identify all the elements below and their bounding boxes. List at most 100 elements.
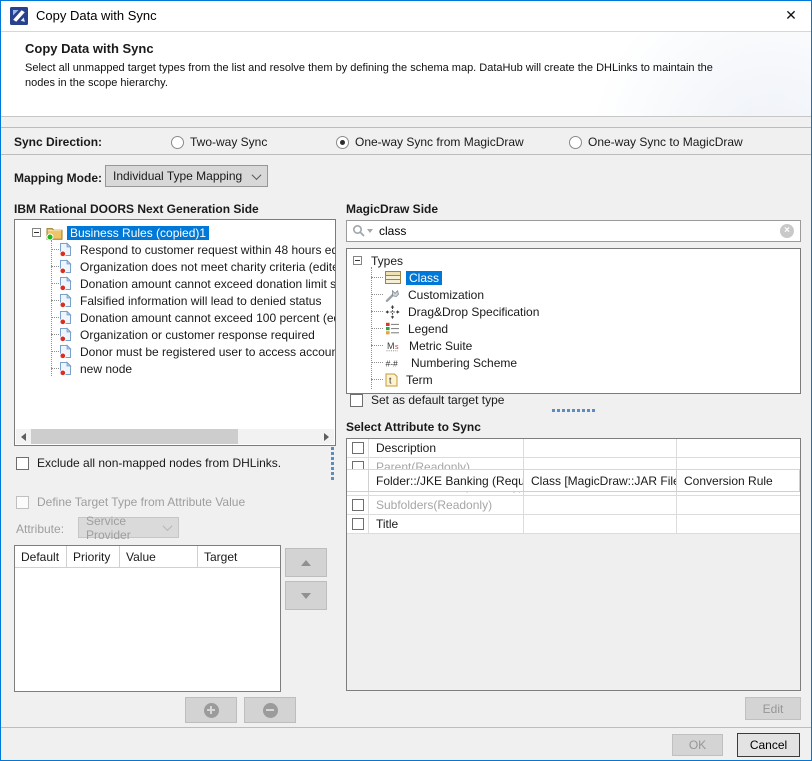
- type-search-box[interactable]: ×: [346, 220, 801, 242]
- term-icon: t: [385, 373, 398, 387]
- collapse-expander-icon[interactable]: [353, 256, 362, 265]
- tree-item[interactable]: Donation amount cannot exceed 100 percen…: [15, 309, 335, 326]
- sync-option[interactable]: Two-way Sync: [171, 135, 267, 149]
- attribute-row[interactable]: Subfolders(Readonly): [347, 496, 800, 515]
- exclude-nonmapped-label: Exclude all non-mapped nodes from DHLink…: [37, 456, 281, 470]
- attribute-checkbox-cell[interactable]: [347, 496, 369, 514]
- collapse-expander-icon[interactable]: [32, 228, 41, 237]
- scroll-left-icon[interactable]: [16, 429, 31, 444]
- attribute-row[interactable]: Description: [347, 439, 800, 458]
- checkbox-icon[interactable]: [16, 457, 29, 470]
- value-table-header: DefaultPriorityValueTarget: [15, 546, 280, 568]
- radio-label: One-way Sync from MagicDraw: [355, 135, 524, 149]
- attribute-checkbox-cell[interactable]: [347, 439, 369, 457]
- tree-item-types-root[interactable]: Types: [347, 252, 800, 269]
- copy-data-with-sync-dialog: Copy Data with Sync ✕ Copy Data with Syn…: [0, 0, 812, 761]
- tree-item-business-rules[interactable]: Business Rules (copied)1: [15, 224, 335, 241]
- tree-item[interactable]: Organization or customer response requir…: [15, 326, 335, 343]
- attribute-label: Attribute:: [16, 522, 64, 536]
- column-header: Folder::/JKE Banking (Requi...: [369, 470, 524, 491]
- horizontal-scrollbar[interactable]: [16, 429, 334, 444]
- checkbox-column-header: [347, 470, 369, 491]
- magicdraw-side-title: MagicDraw Side: [346, 202, 438, 216]
- value-mapping-table[interactable]: DefaultPriorityValueTarget: [14, 545, 281, 692]
- sync-option[interactable]: One-way Sync from MagicDraw: [336, 135, 524, 149]
- tree-item-label: Legend: [405, 322, 451, 336]
- radio-icon[interactable]: [336, 136, 349, 149]
- tree-item-label: Numbering Scheme: [408, 356, 520, 370]
- attribute-checkbox-cell[interactable]: [347, 515, 369, 533]
- set-default-target-label: Set as default target type: [371, 393, 504, 407]
- attribute-value: Service Provider: [86, 514, 153, 542]
- doors-tree[interactable]: Business Rules (copied)1 Respond to cust…: [14, 219, 336, 446]
- tree-item-term[interactable]: tTerm: [347, 371, 800, 388]
- column-header: Value: [120, 546, 198, 567]
- sync-option[interactable]: One-way Sync to MagicDraw: [569, 135, 743, 149]
- attribute-row[interactable]: Title: [347, 515, 800, 534]
- vertical-splitter-handle[interactable]: [331, 447, 334, 480]
- tree-item[interactable]: Donor must be registered user to access …: [15, 343, 335, 360]
- attribute-name-cell: Subfolders(Readonly): [369, 496, 524, 514]
- target-attribute-cell[interactable]: [524, 515, 677, 533]
- tree-item[interactable]: Falsified information will lead to denie…: [15, 292, 335, 309]
- horizontal-splitter-handle[interactable]: [552, 409, 595, 412]
- checkbox-icon[interactable]: [352, 518, 364, 530]
- up-arrow-icon: [301, 560, 311, 566]
- radio-icon[interactable]: [171, 136, 184, 149]
- radio-icon[interactable]: [569, 136, 582, 149]
- types-tree[interactable]: Types ClassCustomization Drag&Drop Specif…: [346, 248, 801, 394]
- target-attribute-cell[interactable]: [524, 496, 677, 514]
- attribute-name-cell: Title: [369, 515, 524, 533]
- move-icon: [385, 305, 400, 319]
- scroll-right-icon[interactable]: [319, 429, 334, 444]
- tree-item-label: Falsified information will lead to denie…: [77, 294, 324, 308]
- checkbox-icon[interactable]: [352, 499, 364, 511]
- doors-side-title: IBM Rational DOORS Next Generation Side: [14, 202, 259, 216]
- type-search-input[interactable]: [379, 224, 780, 238]
- exclude-nonmapped-checkbox-row[interactable]: Exclude all non-mapped nodes from DHLink…: [16, 456, 281, 470]
- tree-item-class[interactable]: Class: [347, 269, 800, 286]
- tree-item-customization[interactable]: Customization: [347, 286, 800, 303]
- conversion-rule-cell[interactable]: [677, 515, 800, 533]
- tree-item[interactable]: new node: [15, 360, 335, 377]
- cancel-button[interactable]: Cancel: [737, 733, 800, 757]
- clear-search-icon[interactable]: ×: [780, 224, 794, 238]
- tree-item-label: Donor must be registered user to access …: [77, 345, 336, 359]
- mapping-mode-select[interactable]: Individual Type Mapping: [105, 165, 268, 187]
- tree-item[interactable]: Respond to customer request within 48 ho…: [15, 241, 335, 258]
- scrollbar-thumb[interactable]: [31, 429, 238, 444]
- tree-item-label: Metric Suite: [406, 339, 475, 353]
- document-modified-icon: [59, 361, 72, 376]
- attribute-select: Service Provider: [78, 517, 179, 538]
- tree-item[interactable]: Organization does not meet charity crite…: [15, 258, 335, 275]
- checkbox-icon: [16, 496, 29, 509]
- move-down-button: [285, 581, 327, 610]
- document-modified-icon: [59, 310, 72, 325]
- attribute-sync-table[interactable]: Folder::/JKE Banking (Requi...Class [Mag…: [346, 438, 801, 691]
- target-attribute-cell[interactable]: [524, 439, 677, 457]
- set-default-target-checkbox-row[interactable]: Set as default target type: [350, 393, 504, 407]
- tree-item-label: Drag&Drop Specification: [405, 305, 542, 319]
- mapping-mode-value: Individual Type Mapping: [113, 169, 242, 183]
- checkbox-icon[interactable]: [350, 394, 363, 407]
- window-title: Copy Data with Sync: [36, 1, 157, 31]
- tree-item-drag-drop-specification[interactable]: Drag&Drop Specification: [347, 303, 800, 320]
- scrollbar-track[interactable]: [31, 429, 319, 444]
- column-header: Default: [15, 546, 67, 567]
- close-icon[interactable]: ✕: [771, 1, 811, 31]
- add-row-button: [185, 697, 237, 723]
- checkbox-icon[interactable]: [352, 442, 364, 454]
- conversion-rule-cell[interactable]: [677, 496, 800, 514]
- search-icon[interactable]: [352, 224, 373, 238]
- tree-item-numbering-scheme[interactable]: #-# Numbering Scheme: [347, 354, 800, 371]
- tree-item[interactable]: Donation amount cannot exceed donation l…: [15, 275, 335, 292]
- attribute-table-header: Folder::/JKE Banking (Requi...Class [Mag…: [347, 469, 800, 492]
- edit-button: Edit: [745, 697, 801, 720]
- tree-item-label: new node: [77, 362, 135, 376]
- conversion-rule-cell[interactable]: [677, 439, 800, 457]
- tree-item-metric-suite[interactable]: MsMetric Suite: [347, 337, 800, 354]
- tree-item-legend[interactable]: Legend: [347, 320, 800, 337]
- numbering-icon: #-#: [385, 357, 403, 369]
- tree-item-label: Organization or customer response requir…: [77, 328, 318, 342]
- ok-button: OK: [672, 734, 723, 756]
